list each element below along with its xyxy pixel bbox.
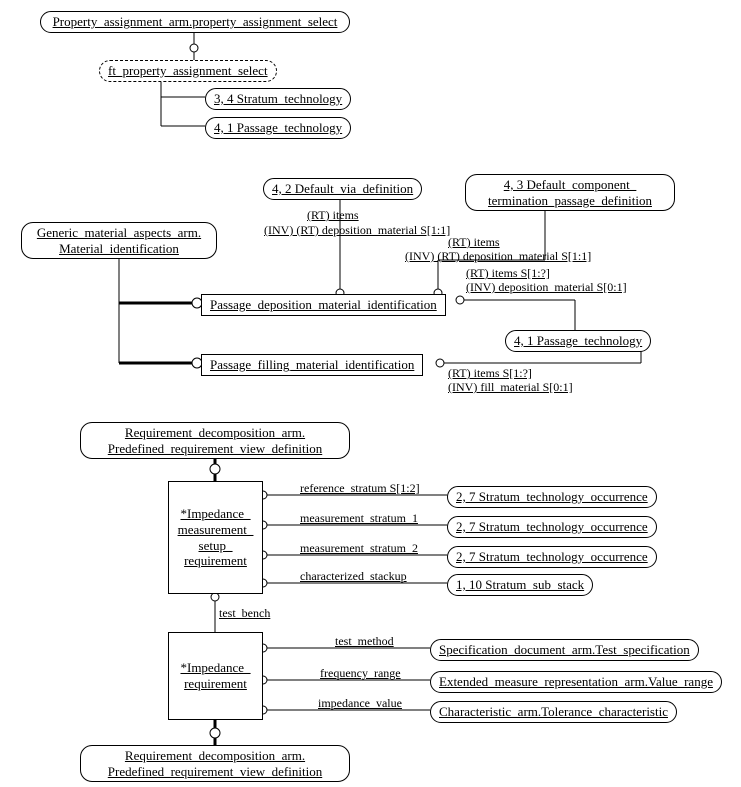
requirement-decomposition-bottom: Requirement_decomposition_arm. Predefine… [80,745,350,782]
attr-test-method: test_method [335,634,394,649]
stratum-sub-stack: 1, 10 Stratum_sub_stack [447,574,593,596]
label-line1: 4, 3 Default_component_ [504,177,637,192]
l1: *Impedance_ [177,660,254,676]
stratum-tech-occ-2: 2, 7 Stratum_technology_occurrence [447,516,657,538]
lbl-rt-items-1: (RT) items [307,208,359,223]
property-assignment-select: Property_assignment_arm.property_assignm… [40,11,350,33]
passage-technology-2: 4, 1 Passage_technology [505,330,651,352]
label: 4, 2 Default_via_definition [272,181,413,196]
label: 4, 1 Passage_technology [214,120,342,135]
lbl-inv-fill: (INV) fill_material S[0:1] [448,380,573,395]
attr-measurement-stratum-1: measurement_stratum_1 [300,511,418,526]
tolerance-characteristic: Characteristic_arm.Tolerance_characteris… [430,701,677,723]
lbl-rt-items-3: (RT) items S[1:?] [466,266,550,281]
label-line2: termination_passage_definition [488,193,652,208]
generic-material-aspects: Generic_material_aspects_arm. Material_i… [21,222,217,259]
label: Passage_filling_material_identification [210,357,414,372]
attr-measurement-stratum-2: measurement_stratum_2 [300,541,418,556]
label-line2: Predefined_requirement_view_definition [108,764,322,779]
ft-property-assignment-select: ft_property_assignment_select [99,60,277,82]
lbl-inv-dep-3: (INV) deposition_material S[0:1] [466,280,627,295]
test-specification: Specification_document_arm.Test_specific… [430,639,699,661]
attr-impedance-value: impedance_value [318,696,402,711]
requirement-decomposition-top: Requirement_decomposition_arm. Predefine… [80,422,350,459]
label-line1: Requirement_decomposition_arm. [125,425,305,440]
l4: requirement [177,553,254,569]
passage-deposition-material-identification: Passage_deposition_material_identificati… [201,294,446,316]
stratum-tech-occ-1: 2, 7 Stratum_technology_occurrence [447,486,657,508]
lbl-rt-items-2: (RT) items [448,235,500,250]
stratum-technology: 3, 4 Stratum_technology [205,88,351,110]
label: 4, 1 Passage_technology [514,333,642,348]
lbl-inv-dep-2: (INV) (RT) deposition_material S[1:1] [405,249,591,264]
l3: setup_ [177,538,254,554]
stratum-tech-occ-3: 2, 7 Stratum_technology_occurrence [447,546,657,568]
l1: *Impedance_ [177,506,254,522]
l2: measurement_ [177,522,254,538]
lbl-inv-dep-1: (INV) (RT) deposition_material S[1:1] [264,223,450,238]
default-component-termination: 4, 3 Default_component_ termination_pass… [465,174,675,211]
value-range: Extended_measure_representation_arm.Valu… [430,671,722,693]
label: ft_property_assignment_select [108,63,268,78]
label-line2: Predefined_requirement_view_definition [108,441,322,456]
attr-test-bench: test_bench [219,606,270,621]
label: Property_assignment_arm.property_assignm… [53,14,338,29]
default-via-definition: 4, 2 Default_via_definition [263,178,422,200]
l2: requirement [177,676,254,692]
impedance-measurement-setup-requirement: *Impedance_ measurement_ setup_ requirem… [168,481,263,594]
label: Generic_material_aspects_arm. Material_i… [37,225,201,256]
attr-characterized-stackup: characterized_stackup [300,569,407,584]
passage-filling-material-identification: Passage_filling_material_identification [201,354,423,376]
impedance-requirement: *Impedance_ requirement [168,632,263,720]
passage-technology-1: 4, 1 Passage_technology [205,117,351,139]
label: Passage_deposition_material_identificati… [210,297,437,312]
lbl-rt-items-4: (RT) items S[1:?] [448,366,532,381]
attr-frequency-range: frequency_range [320,666,401,681]
label: 3, 4 Stratum_technology [214,91,342,106]
attr-reference-stratum: reference_stratum S[1:2] [300,481,420,496]
label-line1: Requirement_decomposition_arm. [125,748,305,763]
